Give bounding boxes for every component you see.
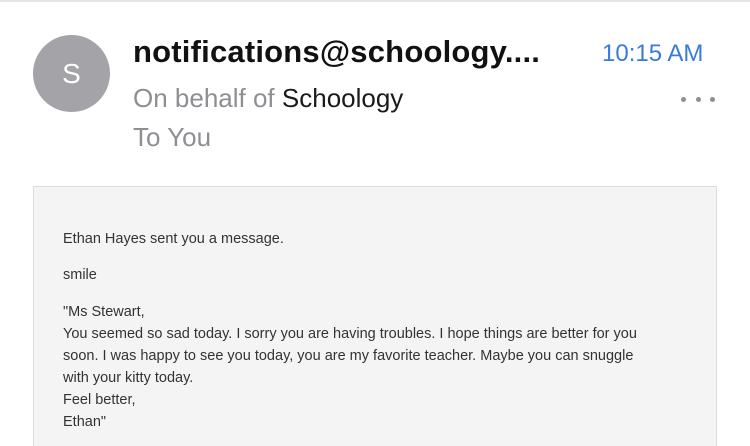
- message-line: Feel better,: [63, 392, 136, 408]
- on-behalf-org[interactable]: Schoology: [282, 83, 403, 113]
- top-divider: [0, 0, 750, 2]
- message-line: soon. I was happy to see you today, you …: [63, 348, 634, 364]
- message-line: You seemed so sad today. I sorry you are…: [63, 326, 637, 342]
- ellipsis-dot: [710, 96, 715, 102]
- message-line: "Ms Stewart,: [63, 304, 145, 320]
- message-intro: Ethan Hayes sent you a message.: [63, 231, 284, 247]
- sender-address[interactable]: notifications@schoology....: [133, 34, 540, 70]
- sent-time: 10:15 AM: [602, 40, 704, 67]
- ellipsis-dot: [695, 96, 701, 102]
- message-body: Ethan Hayes sent you a message. smile "M…: [33, 186, 717, 446]
- ellipsis-dot: [681, 96, 686, 102]
- email-screen: S notifications@schoology.... 10:15 AM O…: [0, 0, 750, 446]
- on-behalf-prefix: On behalf of: [133, 83, 282, 113]
- message-line: Ethan": [63, 414, 107, 430]
- avatar-initial: S: [62, 57, 81, 89]
- sender-avatar[interactable]: S: [33, 35, 110, 112]
- on-behalf-line: On behalf of Schoology: [133, 83, 403, 114]
- message-subject: smile: [63, 267, 97, 283]
- recipient-line[interactable]: To You: [133, 122, 211, 153]
- message-quote: "Ms Stewart, You seemed so sad today. I …: [63, 301, 637, 433]
- ellipsis-icon[interactable]: [676, 88, 720, 110]
- message-line: with your kitty today.: [63, 370, 194, 386]
